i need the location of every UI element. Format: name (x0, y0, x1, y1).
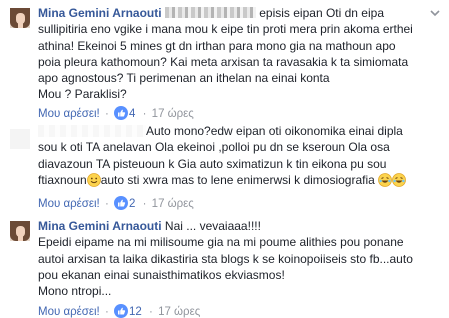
comment-line: Nai ... vevaiaaa!!!! (161, 219, 261, 233)
like-link[interactable]: Μου αρέσει! (38, 108, 100, 120)
like-link[interactable]: Μου αρέσει! (38, 198, 100, 210)
comment-body: Mina Gemini Arnaouti Nai ... vevaiaaa!!!… (38, 218, 430, 299)
comment-line: Epeidi eipame na mi milisoume gia na mi … (38, 235, 404, 250)
like-reaction-icon[interactable] (114, 196, 129, 210)
avatar[interactable] (10, 129, 30, 149)
timestamp[interactable]: 17 ώρες (158, 306, 200, 318)
author-name[interactable]: Mina Gemini Arnaouti (38, 6, 162, 20)
comment-actions: Μου αρέσει! · 2 · 17 ώρες (38, 196, 194, 210)
comment-line: athina! Ekeinoi 5 mines gt dn irthan par… (38, 38, 396, 53)
separator: · (104, 198, 109, 210)
comment-line: sou k oti TA anelavan Ola ekeinoi ,pollo… (38, 140, 390, 155)
like-reaction-icon[interactable] (114, 304, 129, 318)
comment-body: Mina Gemini Arnaouti episis eipan Oti dn… (38, 5, 430, 103)
like-link[interactable]: Μου αρέσει! (38, 306, 100, 318)
author-name[interactable]: Mina Gemini Arnaouti (38, 219, 162, 233)
comment-actions: Μου αρέσει! · 12 · 17 ώρες (38, 304, 200, 318)
comment-line: Mou ? Paraklisi? (38, 87, 127, 102)
comment-line: Mono ntropi... (38, 284, 112, 299)
reaction-count[interactable]: 12 (128, 306, 144, 318)
separator: · (149, 306, 153, 318)
comment-line: pou ekanan einai sunaisthimatikos ekvias… (38, 267, 285, 282)
like-reaction-icon[interactable] (114, 106, 129, 120)
redacted-author (38, 125, 146, 137)
timestamp[interactable]: 17 ώρες (152, 198, 194, 210)
avatar[interactable] (10, 221, 30, 241)
comment-line: apo agnostous? Ti perimenan an ithelan n… (38, 71, 330, 86)
avatar[interactable] (10, 8, 30, 28)
comment-body: Auto mono?edw eipan oti oikonomika einai… (38, 123, 430, 188)
comment-line: ftiaxnoun (38, 172, 87, 187)
reaction-count[interactable]: 2 (128, 198, 137, 210)
comment-line: poia pleura kathomoun? Kai meta arxisan … (38, 54, 409, 69)
comment-line: Auto mono?edw eipan oti oikonomika einai… (146, 124, 403, 138)
separator: · (142, 198, 147, 210)
comment-actions: Μου αρέσει! · 4 · 17 ώρες (38, 106, 194, 120)
smiley-emoji-icon (86, 172, 101, 187)
comment-line: diavazoun TA pisteuoun k Gia auto sximat… (38, 156, 387, 171)
laughing-emoji-icon (378, 172, 393, 187)
timestamp[interactable]: 17 ώρες (152, 108, 194, 120)
separator: · (142, 108, 147, 120)
comment-line: auto sti xwra mas to lene enimerwsi k di… (100, 172, 375, 187)
comment-line: sullipitiria eno vgike i mana mou k eipe… (38, 22, 413, 37)
separator: · (104, 306, 109, 318)
redacted-mention (164, 7, 256, 18)
laughing-emoji-icon (392, 172, 407, 187)
reaction-count[interactable]: 4 (128, 108, 137, 120)
separator: · (104, 108, 109, 120)
comment-line: episis eipan Oti dn eipa (255, 6, 384, 20)
comment-line: autoi arxisan ta laika dikastiria sta bl… (38, 251, 413, 266)
chevron-down-icon[interactable] (429, 7, 441, 19)
